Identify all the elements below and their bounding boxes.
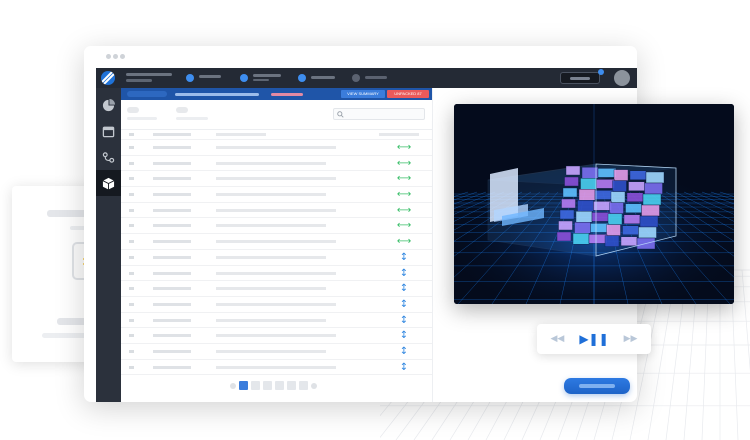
header-placeholder [127,91,167,97]
rewind-icon[interactable]: ◀◀ [550,333,564,345]
table-row[interactable]: ↕ [121,250,432,266]
topbar-button[interactable] [560,72,600,84]
sidebar-item-analytics[interactable] [96,92,121,118]
window-dot [106,54,111,59]
playback-controls: ◀◀ ▶❚❚ ▶▶ [537,324,651,354]
orientation-horizontal-icon[interactable]: ⟷ [396,157,412,171]
table-row[interactable]: ⟷ [121,187,432,203]
sidebar [96,88,121,402]
step-indicator[interactable] [298,74,306,82]
table-row[interactable]: ↕ [121,360,432,376]
3d-scene[interactable] [454,104,734,304]
filter-placeholder [176,117,208,120]
pie-chart-icon [102,98,115,111]
box-icon [102,177,115,190]
table-header-row [121,130,432,140]
sidebar-item-schedule[interactable] [96,118,121,144]
top-navigation-bar [96,68,637,88]
step-label-placeholder [253,79,269,81]
table-row[interactable]: ↕ [121,297,432,313]
page-3[interactable] [263,381,272,390]
app-subtitle-placeholder [126,79,152,82]
notification-badge [598,69,604,75]
header-placeholder [175,93,259,96]
page-4[interactable] [275,381,284,390]
filter-area [121,100,432,130]
orientation-vertical-icon[interactable]: ↕ [396,361,412,375]
orientation-horizontal-icon[interactable]: ⟷ [396,188,412,202]
main-content: VIEW SUMMARY UNPACKED 87 ⟷ ⟷ ⟷ ⟷ ⟷ ⟷ ⟷ ↕ ↕ ↕ ↕ ↕ ↕ ↕ ↕ [121,88,432,402]
orientation-horizontal-icon[interactable]: ⟷ [396,204,412,218]
table-row[interactable]: ⟷ [121,203,432,219]
table-row[interactable]: ↕ [121,313,432,329]
table-row[interactable]: ↕ [121,344,432,360]
panel-divider [432,88,433,402]
page-2[interactable] [251,381,260,390]
items-table: ⟷ ⟷ ⟷ ⟷ ⟷ ⟷ ⟷ ↕ ↕ ↕ ↕ ↕ ↕ ↕ ↕ [121,130,432,376]
step-indicator[interactable] [186,74,194,82]
step-indicator[interactable] [240,74,248,82]
orientation-vertical-icon[interactable]: ↕ [396,282,412,296]
step-label-placeholder [365,76,387,79]
orientation-vertical-icon[interactable]: ↕ [396,298,412,312]
route-icon [102,151,115,163]
table-row[interactable]: ⟷ [121,156,432,172]
window-dot [113,54,118,59]
step-indicator[interactable] [352,74,360,82]
app-title-placeholder [126,73,172,76]
view-summary-button[interactable]: VIEW SUMMARY [341,90,385,98]
table-row[interactable]: ⟷ [121,234,432,250]
orientation-vertical-icon[interactable]: ↕ [396,329,412,343]
step-label-placeholder [253,74,281,77]
unpacked-items-button[interactable]: UNPACKED 87 [387,90,429,98]
orientation-horizontal-icon[interactable]: ⟷ [396,219,412,233]
orientation-vertical-icon[interactable]: ↕ [396,314,412,328]
orientation-horizontal-icon[interactable]: ⟷ [396,141,412,155]
filter-placeholder[interactable] [176,107,188,113]
sidebar-item-routes[interactable] [96,144,121,170]
table-row[interactable]: ⟷ [121,218,432,235]
table-row[interactable]: ↕ [121,266,432,282]
play-pause-icon[interactable]: ▶❚❚ [579,333,608,345]
window-dot [120,54,125,59]
page-6[interactable] [299,381,308,390]
filter-placeholder[interactable] [127,107,139,113]
orientation-vertical-icon[interactable]: ↕ [396,251,412,265]
previous-page-icon[interactable] [230,382,236,389]
logo-icon[interactable] [101,71,115,85]
header-placeholder [271,93,303,96]
orientation-vertical-icon[interactable]: ↕ [396,267,412,281]
primary-action-button[interactable] [564,378,630,394]
user-avatar[interactable] [614,70,630,86]
table-row[interactable]: ↕ [121,328,432,344]
calendar-icon [102,126,115,137]
shipment-header-bar: VIEW SUMMARY UNPACKED 87 [121,88,432,100]
next-page-icon[interactable] [311,382,317,389]
3d-load-view[interactable] [454,104,734,304]
table-row[interactable]: ⟷ [121,140,432,156]
search-icon [337,111,344,118]
step-label-placeholder [311,76,335,79]
filter-placeholder [127,117,157,120]
window-chrome [84,46,637,68]
page-1[interactable] [239,381,248,390]
sidebar-item-packing[interactable] [96,170,121,196]
orientation-horizontal-icon[interactable]: ⟷ [396,235,412,249]
fast-forward-icon[interactable]: ▶▶ [624,333,638,345]
orientation-horizontal-icon[interactable]: ⟷ [396,172,412,186]
search-input[interactable] [333,108,425,120]
table-row[interactable]: ⟷ [121,171,432,188]
table-row[interactable]: ↕ [121,281,432,297]
step-label-placeholder [199,75,221,78]
page-5[interactable] [287,381,296,390]
orientation-vertical-icon[interactable]: ↕ [396,345,412,359]
pagination [230,381,317,390]
